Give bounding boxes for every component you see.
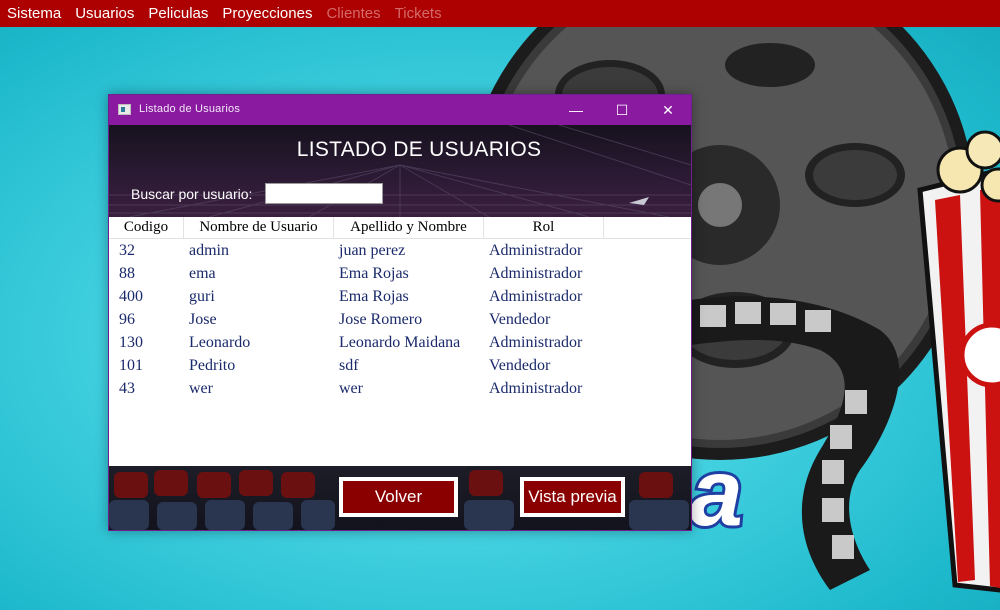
menu-clientes: Clientes [326,5,381,22]
minimize-icon[interactable]: — [553,95,599,125]
window-titlebar[interactable]: Listado de Usuarios — ☐ ✕ [109,95,691,125]
cell-nombre: Jose Romero [339,311,423,328]
cell-rol: Vendedor [489,311,551,328]
menu-proyecciones[interactable]: Proyecciones [215,0,319,27]
cell-codigo: 88 [119,265,135,282]
cell-codigo: 43 [119,380,135,397]
search-input[interactable] [265,183,383,204]
cell-codigo: 101 [119,357,143,374]
window-title: Listado de Usuarios [139,103,241,115]
menu-tickets: Tickets [394,5,442,22]
menu-peliculas[interactable]: Peliculas [141,0,215,27]
app-window-icon [118,104,131,115]
cell-usuario: admin [189,242,229,259]
table-row[interactable]: 130 Leonardo Leonardo Maidana Administra… [109,331,691,354]
footer-banner: Volver Vista previa [109,466,691,530]
table-row[interactable]: 400 guri Ema Rojas Administrador [109,285,691,308]
cell-nombre: sdf [339,357,359,374]
user-list-window: Listado de Usuarios — ☐ ✕ LISTADO DE USU… [108,94,692,531]
popcorn-box-icon [917,130,1000,593]
back-button[interactable]: Volver [339,477,458,517]
cell-usuario: Leonardo [189,334,251,351]
cell-rol: Vendedor [489,357,551,374]
cell-nombre: Leonardo Maidana [339,334,461,351]
page-title: LISTADO DE USUARIOS [296,138,542,161]
cell-rol: Administrador [489,380,583,397]
cell-codigo: 130 [119,334,143,351]
column-header-nombre-usuario[interactable]: Nombre de Usuario [184,217,334,238]
search-label: Buscar por usuario: [131,186,253,202]
maximize-icon[interactable]: ☐ [599,95,645,125]
cell-usuario: Jose [189,311,217,328]
column-header-codigo[interactable]: Codigo [109,217,184,238]
cell-codigo: 32 [119,242,135,259]
logo-fragment: a [690,440,743,546]
cell-nombre: juan perez [339,242,406,259]
users-table: Codigo Nombre de Usuario Apellido y Nomb… [109,217,691,466]
cell-nombre: Ema Rojas [339,265,409,282]
header-banner: LISTADO DE USUARIOS Buscar por usuario: [109,125,691,217]
table-row[interactable]: 96 Jose Jose Romero Vendedor [109,308,691,331]
cell-codigo: 400 [119,288,143,305]
cell-rol: Administrador [489,242,583,259]
column-header-apellido-nombre[interactable]: Apellido y Nombre [334,217,484,238]
cell-usuario: ema [189,265,216,282]
cell-nombre: Ema Rojas [339,288,409,305]
table-row[interactable]: 101 Pedrito sdf Vendedor [109,354,691,377]
cell-rol: Administrador [489,265,583,282]
table-header: Codigo Nombre de Usuario Apellido y Nomb… [109,217,691,239]
menu-sistema[interactable]: Sistema [0,0,68,27]
table-row[interactable]: 32 admin juan perez Administrador [109,239,691,262]
cell-usuario: guri [189,288,215,305]
cell-rol: Administrador [489,334,583,351]
table-row[interactable]: 88 ema Ema Rojas Administrador [109,262,691,285]
cell-rol: Administrador [489,288,583,305]
menu-usuarios[interactable]: Usuarios [68,0,141,27]
column-header-rol[interactable]: Rol [484,217,604,238]
table-row[interactable]: 43 wer wer Administrador [109,377,691,400]
cell-nombre: wer [339,380,363,397]
cell-usuario: wer [189,380,213,397]
cell-codigo: 96 [119,311,135,328]
cell-usuario: Pedrito [189,357,236,374]
main-menu-bar: Sistema Usuarios Peliculas Proyecciones … [0,0,1000,27]
close-icon[interactable]: ✕ [645,95,691,125]
preview-button[interactable]: Vista previa [520,477,625,517]
